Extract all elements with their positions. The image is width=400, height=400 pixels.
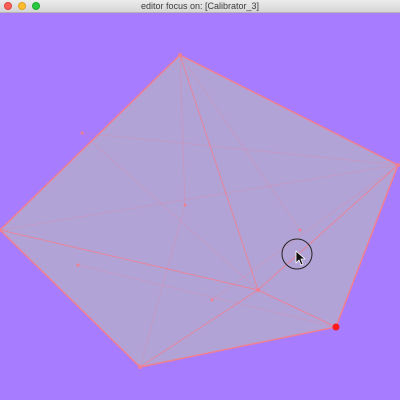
mesh-vertex[interactable] [183,203,187,207]
mesh-surface[interactable] [0,54,399,368]
mesh-vertex[interactable] [76,263,80,267]
editor-window: editor focus on: [Calibrator_3] [0,0,400,400]
mesh-vertex[interactable] [298,228,302,232]
mesh-vertex[interactable] [256,288,260,292]
mesh-vertex[interactable] [80,131,84,135]
mesh-vertex[interactable] [396,163,400,167]
mesh-vertex[interactable] [210,298,214,302]
mesh-vertex[interactable] [138,365,142,369]
window-title: editor focus on: [Calibrator_3] [140,1,260,11]
mesh-vertex[interactable] [178,53,182,57]
editor-viewport[interactable] [0,13,400,400]
selected-vertex[interactable] [332,323,340,331]
mesh-canvas[interactable] [0,13,400,400]
title-bar: editor focus on: [Calibrator_3] [0,0,400,13]
